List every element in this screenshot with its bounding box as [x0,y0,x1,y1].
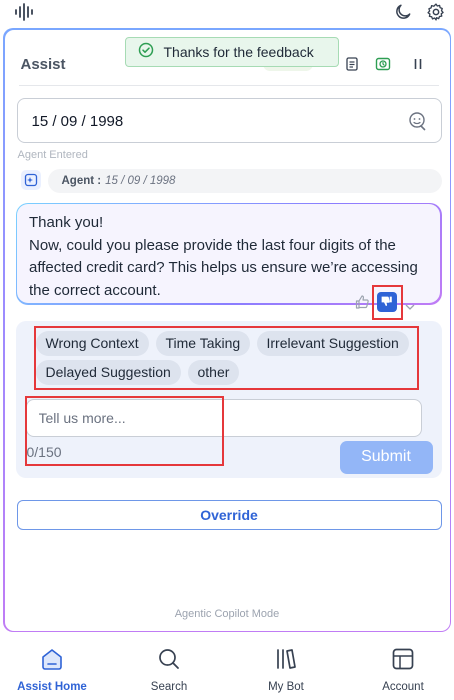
comment-highlight [24,395,224,466]
home-icon [39,646,65,677]
history-timer-icon[interactable] [375,56,391,72]
library-icon [273,646,299,677]
date-input[interactable]: 15 / 09 / 1998 [16,97,442,143]
thumbs-up-icon[interactable] [354,294,370,314]
copilot-mode-label: Agentic Copilot Mode [174,607,280,620]
override-button[interactable]: Override [16,499,442,530]
voice-wave-icon[interactable] [14,3,36,26]
bot-message-line2: Now, could you please provide the last f… [29,236,418,299]
pause-icon[interactable] [410,56,426,72]
nav-assist-home[interactable]: Assist Home [7,646,97,693]
check-circle-icon [138,42,154,61]
nav-label-search: Search [150,681,188,693]
agent-sparkle-icon [20,169,41,190]
bot-message-line1: Thank you! [29,214,104,231]
nav-label-account: Account [382,681,424,693]
toast-message: Thanks for the feedback [163,43,314,60]
nav-search[interactable]: Search [124,646,214,693]
assist-panel: Thanks for the feedback Assist Positive … [3,28,451,632]
submit-button[interactable]: Submit [339,440,433,474]
page-title: Assist [20,55,66,73]
agent-entered-label: Agent Entered [17,148,88,161]
thumbs-down-icon[interactable] [376,291,397,312]
top-bar [0,0,454,26]
settings-gear-icon[interactable] [426,2,446,27]
feedback-toast: Thanks for the feedback [124,36,339,67]
header-divider [18,84,439,86]
agent-assist-face-icon[interactable] [406,109,430,138]
account-grid-icon [390,646,416,677]
chevron-down-icon[interactable] [405,298,415,318]
nav-my-bot[interactable]: My Bot [241,646,331,693]
nav-label-assist-home: Assist Home [17,681,87,693]
agent-entry-label: Agent : [61,174,102,187]
transcript-document-icon[interactable] [344,56,360,72]
chips-highlight [33,325,419,390]
nav-label-my-bot: My Bot [268,681,304,693]
agent-entry-value: 15 / 09 / 1998 [105,174,176,187]
bottom-nav: Assist Home Search My Bot Account [0,640,454,700]
search-icon [156,646,182,677]
nav-account[interactable]: Account [358,646,448,693]
agent-entry-pill: Agent : 15 / 09 / 1998 [47,168,442,193]
date-value: 15 / 09 / 1998 [31,112,124,130]
dark-mode-moon-icon[interactable] [393,2,413,27]
